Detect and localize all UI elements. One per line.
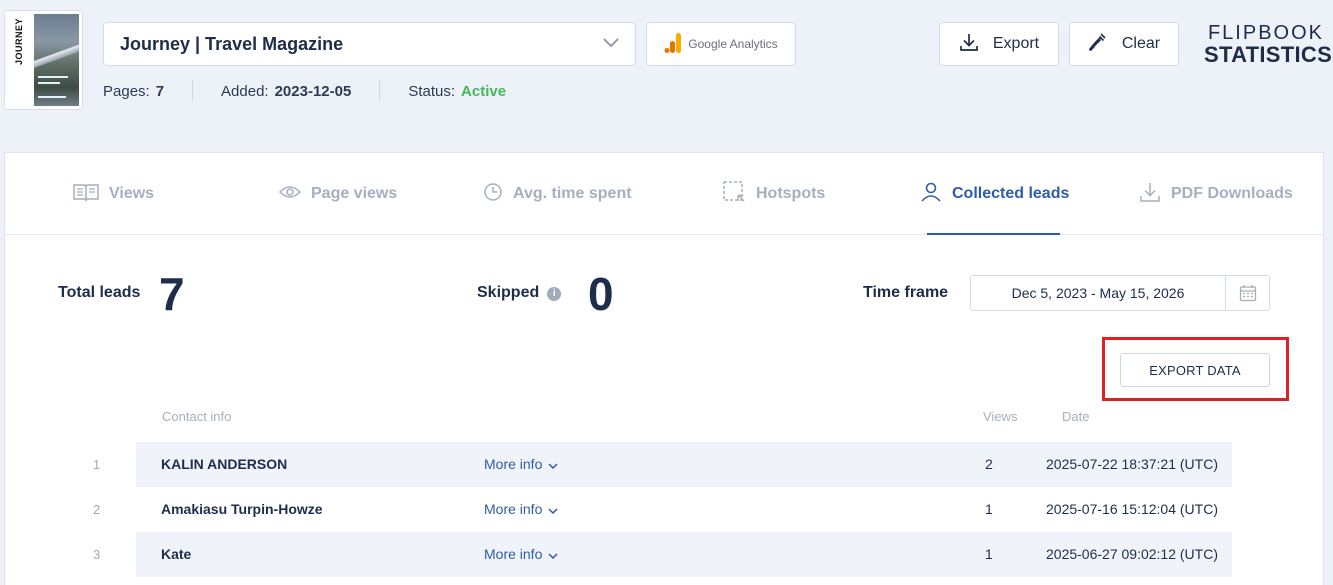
meta-divider bbox=[192, 80, 194, 102]
skipped-label-group: Skipped i bbox=[477, 284, 562, 302]
tab-page-views[interactable]: Page views bbox=[278, 153, 398, 235]
download-icon bbox=[959, 32, 979, 57]
tab-views-label: Views bbox=[109, 185, 155, 202]
total-leads-value: 7 bbox=[159, 268, 185, 320]
clear-button[interactable]: Clear bbox=[1069, 22, 1179, 66]
table-row: 2 Amakiasu Turpin-Howze More info 1 2025… bbox=[5, 487, 1323, 532]
lead-date: 2025-06-27 09:02:12 (UTC) bbox=[1046, 546, 1218, 562]
chevron-down-icon bbox=[603, 35, 619, 53]
tab-collected-leads-label: Collected leads bbox=[952, 185, 1070, 202]
stats-tabs: Views Page views Avg. time spent Hotspot… bbox=[5, 153, 1323, 235]
more-info-label: More info bbox=[484, 501, 543, 517]
publication-meta: Pages: 7 Added: 2023-12-05 Status: Activ… bbox=[103, 80, 506, 102]
tab-pdf-downloads[interactable]: PDF Downloads bbox=[1139, 153, 1293, 235]
tab-avg-time-spent[interactable]: Avg. time spent bbox=[483, 153, 632, 235]
table-row: 3 Kate More info 1 2025-06-27 09:02:12 (… bbox=[5, 532, 1323, 577]
row-number: 2 bbox=[93, 502, 101, 517]
google-analytics-button[interactable]: Google Analytics bbox=[646, 22, 796, 66]
more-info-link[interactable]: More info bbox=[484, 532, 558, 577]
more-info-link[interactable]: More info bbox=[484, 442, 558, 487]
tab-pdf-downloads-label: PDF Downloads bbox=[1171, 185, 1293, 202]
status-label: Status: bbox=[408, 82, 456, 100]
lead-views: 2 bbox=[985, 456, 993, 472]
row-number: 1 bbox=[93, 457, 101, 472]
cover-spine: JOURNEY bbox=[8, 14, 34, 106]
chevron-down-icon bbox=[548, 532, 558, 577]
time-frame-label: Time frame bbox=[863, 284, 949, 301]
export-button[interactable]: Export bbox=[939, 22, 1059, 66]
date-range-value[interactable]: Dec 5, 2023 - May 15, 2026 bbox=[971, 285, 1225, 301]
logo-line-2: STATISTICS bbox=[1204, 42, 1333, 67]
column-header-date: Date bbox=[1062, 409, 1090, 424]
more-info-label: More info bbox=[484, 456, 543, 472]
pages-label: Pages: bbox=[103, 82, 150, 100]
column-header-contact-info: Contact info bbox=[162, 409, 232, 424]
lead-name: KALIN ANDERSON bbox=[161, 456, 288, 472]
tab-avg-time-spent-label: Avg. time spent bbox=[513, 185, 632, 202]
info-icon[interactable]: i bbox=[547, 286, 562, 301]
publication-select[interactable]: Journey | Travel Magazine bbox=[103, 22, 636, 66]
chevron-down-icon bbox=[548, 442, 558, 487]
tab-views[interactable]: Views bbox=[73, 153, 154, 235]
tab-collected-leads[interactable]: Collected leads bbox=[920, 153, 1069, 235]
meta-divider bbox=[379, 80, 381, 102]
lead-name: Kate bbox=[161, 546, 192, 562]
broom-icon bbox=[1088, 32, 1108, 57]
skipped-value: 0 bbox=[588, 268, 614, 320]
skipped-label: Skipped bbox=[477, 284, 540, 301]
column-header-views: Views bbox=[983, 409, 1018, 424]
publication-title: Journey | Travel Magazine bbox=[120, 33, 344, 54]
flipbook-statistics-logo: FLIPBOOK STATISTICS bbox=[1204, 22, 1333, 67]
tab-hotspots[interactable]: Hotspots bbox=[722, 153, 825, 235]
lead-views: 1 bbox=[985, 501, 993, 517]
logo-line-1: FLIPBOOK bbox=[1207, 22, 1324, 44]
lead-date: 2025-07-22 18:37:21 (UTC) bbox=[1046, 456, 1218, 472]
added-value: 2023-12-05 bbox=[274, 82, 352, 100]
lead-views: 1 bbox=[985, 546, 993, 562]
google-analytics-label: Google Analytics bbox=[688, 37, 778, 51]
statistics-panel: Views Page views Avg. time spent Hotspot… bbox=[4, 152, 1324, 585]
lead-date: 2025-07-16 15:12:04 (UTC) bbox=[1046, 501, 1218, 517]
hotspot-selection-icon bbox=[722, 180, 746, 209]
date-range-picker[interactable]: Dec 5, 2023 - May 15, 2026 bbox=[970, 275, 1270, 311]
added-label: Added: bbox=[221, 82, 269, 100]
cover-image bbox=[34, 14, 79, 106]
row-number: 3 bbox=[93, 547, 101, 562]
pages-value: 7 bbox=[155, 82, 165, 100]
book-icon bbox=[73, 182, 99, 207]
user-icon bbox=[920, 182, 942, 207]
eye-icon bbox=[278, 185, 302, 204]
clear-label: Clear bbox=[1121, 35, 1161, 52]
total-leads-label: Total leads bbox=[58, 284, 141, 301]
google-analytics-icon bbox=[664, 32, 682, 57]
export-label: Export bbox=[992, 35, 1040, 52]
tab-page-views-label: Page views bbox=[311, 185, 398, 202]
tab-hotspots-label: Hotspots bbox=[756, 185, 826, 202]
clock-icon bbox=[483, 182, 503, 207]
lead-name: Amakiasu Turpin-Howze bbox=[161, 501, 323, 517]
table-row: 1 KALIN ANDERSON More info 2 2025-07-22 … bbox=[5, 442, 1323, 487]
cover-spine-text: JOURNEY bbox=[14, 18, 24, 66]
chevron-down-icon bbox=[548, 487, 558, 532]
publication-cover-thumbnail[interactable]: JOURNEY bbox=[4, 10, 83, 110]
highlight-box bbox=[1102, 337, 1289, 401]
calendar-icon[interactable] bbox=[1225, 276, 1269, 310]
download-icon bbox=[1139, 181, 1161, 208]
status-badge: Active bbox=[461, 82, 507, 100]
more-info-link[interactable]: More info bbox=[484, 487, 558, 532]
more-info-label: More info bbox=[484, 546, 543, 562]
active-tab-indicator bbox=[927, 233, 1060, 235]
